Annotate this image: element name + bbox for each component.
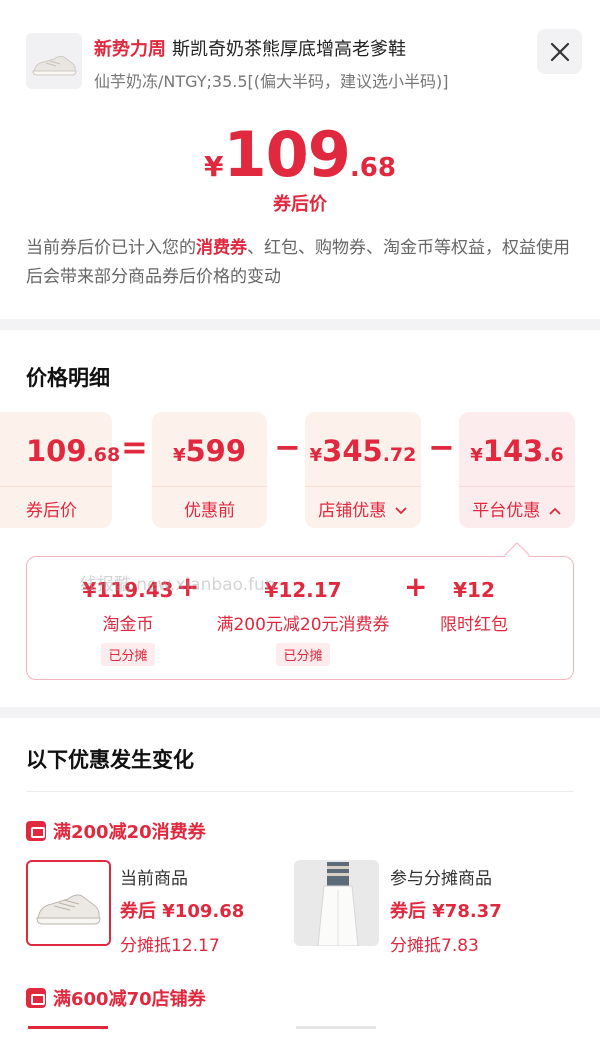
shop-coupon-icon [26, 988, 46, 1008]
platform-currency: ¥ [470, 445, 483, 466]
product-image-edge [28, 1026, 108, 1029]
detail-amount: ¥12 [453, 578, 495, 602]
store-discount-toggle[interactable]: 店铺优惠 [305, 496, 421, 521]
thin-divider [26, 791, 574, 792]
product-name: 斯凯奇奶茶熊厚底增高老爹鞋 [172, 39, 406, 60]
changes-title: 以下优惠发生变化 [26, 748, 194, 772]
watermark: 线报酷 new.xianbao.fun [80, 575, 276, 595]
product-share: 分摊抵7.83 [390, 936, 479, 956]
platform-decimal: .6 [543, 444, 564, 466]
breakdown-original-box: ¥599 优惠前 [152, 412, 267, 528]
section-divider [0, 707, 600, 718]
notice-highlight: 消费券 [196, 238, 247, 258]
platform-discount-toggle[interactable]: 平台优惠 [459, 496, 575, 521]
platform-integer: 143 [482, 434, 544, 468]
notice-prefix: 当前券后价已计入您的 [26, 238, 196, 258]
apportioned-badge: 已分摊 [101, 643, 155, 666]
price-decimal: .68 [349, 153, 396, 183]
final-price: ¥109.68 [0, 118, 600, 191]
price-notice: 当前券后价已计入您的消费券、红包、购物券、淘金币等权益，权益使用后会带来部分商品… [26, 234, 586, 292]
breakdown-platform-box[interactable]: ¥143.6 平台优惠 [459, 412, 575, 528]
detail-name: 淘金币 [102, 615, 154, 635]
chevron-down-icon [395, 507, 407, 515]
coupon-row-store: 满600减70店铺券 [26, 985, 206, 1011]
coupon-row-consumer: 满200减20消费券 [26, 818, 206, 844]
section-divider [0, 319, 600, 330]
original-label: 优惠前 [184, 501, 235, 521]
product-share: 分摊抵12.17 [120, 936, 220, 956]
breakdown-store-box[interactable]: ¥345.72 店铺优惠 [305, 412, 421, 528]
final-price-label: 券后价 [273, 194, 327, 215]
chevron-up-icon [549, 507, 561, 515]
apportioned-badge: 已分摊 [276, 643, 330, 666]
detail-name: 满200元减20元消费券 [216, 615, 390, 635]
coupon-icon [26, 821, 46, 841]
product-image-edge [296, 1026, 376, 1029]
store-currency: ¥ [309, 445, 323, 466]
product-after-price: 券后 ¥109.68 [120, 901, 245, 922]
equals-sign: = [121, 428, 148, 466]
product-role: 当前商品 [120, 869, 188, 889]
store-integer: 345 [322, 434, 383, 468]
result-label: 券后价 [26, 501, 77, 521]
store-label: 店铺优惠 [318, 501, 387, 521]
detail-item-red-packet: ¥12 限时红包 [424, 578, 524, 635]
price-integer: 109 [223, 118, 351, 191]
coupon-name: 满600减70店铺券 [53, 989, 206, 1010]
promo-tag: 新势力周 [94, 39, 166, 60]
breakdown-title: 价格明细 [26, 366, 110, 390]
current-product-info: 当前商品 券后 ¥109.68 分摊抵12.17 [120, 864, 244, 956]
minus-sign: − [428, 428, 455, 466]
result-integer: 109 [26, 434, 87, 468]
price-currency: ¥ [204, 150, 224, 183]
product-title: 新势力周 斯凯奇奶茶熊厚底增高老爹鞋 [94, 35, 406, 61]
close-icon [550, 42, 569, 61]
store-decimal: .72 [382, 444, 417, 466]
price-detail-sheet: 新势力周 斯凯奇奶茶熊厚底增高老爹鞋 仙芋奶冻/NTGY;35.5[(偏大半码，建… [0, 0, 600, 1051]
platform-label: 平台优惠 [472, 501, 541, 521]
detail-name: 限时红包 [440, 615, 508, 635]
breakdown-result-box: 109.68 券后价 [0, 412, 120, 528]
original-currency: ¥ [172, 445, 186, 466]
shared-product-info: 参与分摊商品 券后 ¥78.37 分摊抵7.83 [390, 864, 502, 956]
product-role: 参与分摊商品 [390, 869, 492, 889]
minus-sign: − [274, 428, 301, 466]
product-thumbnail [26, 33, 82, 89]
shared-product-image[interactable] [294, 860, 379, 946]
coupon-name: 满200减20消费券 [53, 822, 206, 843]
current-product-image[interactable] [26, 860, 111, 946]
close-button[interactable] [537, 29, 582, 74]
original-integer: 599 [185, 434, 247, 468]
result-decimal: .68 [86, 444, 121, 466]
product-spec: 仙芋奶冻/NTGY;35.5[(偏大半码，建议选小半码)] [94, 72, 449, 91]
product-after-price: 券后 ¥78.37 [390, 901, 502, 922]
